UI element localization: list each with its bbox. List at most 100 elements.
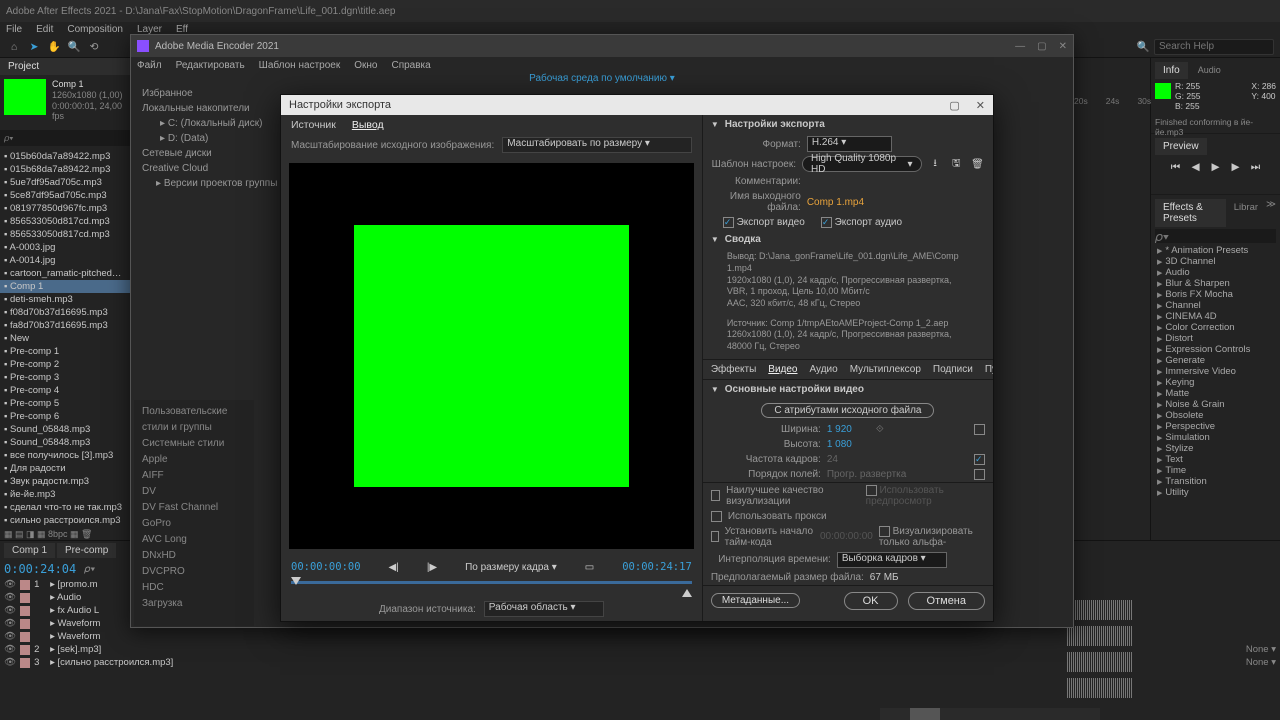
project-item[interactable]: ▪ 081977850d967fc.mp3 bbox=[0, 202, 130, 215]
project-item[interactable]: ▪ 856533050d817cd.mp3 bbox=[0, 228, 130, 241]
interp-select[interactable]: Выборка кадров ▾ bbox=[837, 552, 947, 568]
height-value[interactable]: 1 080 bbox=[827, 439, 852, 450]
link-dims-icon[interactable]: ⟐ bbox=[876, 424, 884, 435]
fav-node[interactable]: Избранное bbox=[142, 86, 246, 101]
first-frame-icon[interactable]: ⏮ bbox=[1169, 161, 1183, 174]
preset-item[interactable]: DV Fast Channel bbox=[142, 500, 246, 516]
effect-category[interactable]: Utility bbox=[1155, 487, 1276, 498]
preset-select[interactable]: High Quality 1080p HD ▾ bbox=[802, 156, 922, 172]
delete-preset-icon[interactable]: 🗑 bbox=[970, 156, 985, 172]
project-item[interactable]: ▪ 856533050d817cd.mp3 bbox=[0, 215, 130, 228]
output-filename[interactable]: Comp 1.mp4 bbox=[807, 197, 864, 208]
preset-item[interactable]: Системные стили bbox=[142, 436, 246, 452]
project-item[interactable]: ▪ 5ce87df95ad705c.mp3 bbox=[0, 189, 130, 202]
export-video-checkbox[interactable] bbox=[723, 217, 734, 228]
zoom-icon[interactable]: 🔍 bbox=[66, 39, 82, 55]
preset-item[interactable]: Apple bbox=[142, 452, 246, 468]
step-back-icon[interactable]: ◀| bbox=[389, 562, 399, 573]
summary-header[interactable]: ▼ Сводка bbox=[703, 230, 993, 249]
menu-layer[interactable]: Layer bbox=[137, 24, 162, 35]
range-scrubber[interactable] bbox=[291, 577, 692, 597]
project-item[interactable]: ▪ Sound_05848.mp3 bbox=[0, 423, 130, 436]
ame-menubar[interactable]: Файл Редактировать Шаблон настроек Окно … bbox=[131, 57, 1073, 73]
ame-menu-edit[interactable]: Редактировать bbox=[176, 60, 245, 71]
preset-item[interactable]: DVCPRO bbox=[142, 564, 246, 580]
ame-menu-window[interactable]: Окно bbox=[354, 60, 377, 71]
project-item[interactable]: ▪ A-0003.jpg bbox=[0, 241, 130, 254]
project-item[interactable]: ▪ 015b68da7a89422.mp3 bbox=[0, 163, 130, 176]
ok-button[interactable]: OK bbox=[844, 592, 898, 610]
effect-category[interactable]: Perspective bbox=[1155, 421, 1276, 432]
menu-composition[interactable]: Composition bbox=[67, 24, 123, 35]
help-search[interactable] bbox=[1154, 39, 1274, 55]
effect-category[interactable]: Channel bbox=[1155, 300, 1276, 311]
use-proxy-checkbox[interactable] bbox=[711, 511, 722, 522]
tl-search[interactable]: 𝜌▾ bbox=[84, 563, 95, 576]
rotate-icon[interactable]: ⟲ bbox=[86, 39, 102, 55]
project-item[interactable]: ▪ 5ue7df95ad705c.mp3 bbox=[0, 176, 130, 189]
arrow-icon[interactable]: ➤ bbox=[26, 39, 42, 55]
width-match-checkbox[interactable] bbox=[974, 424, 985, 435]
project-item[interactable]: ▪ Для радости bbox=[0, 462, 130, 475]
fps-value[interactable]: 24 bbox=[827, 454, 838, 465]
effect-category[interactable]: Obsolete bbox=[1155, 410, 1276, 421]
project-item[interactable]: ▪ Pre-comp 1 bbox=[0, 345, 130, 358]
home-icon[interactable]: ⌂ bbox=[6, 39, 22, 55]
maximize-icon[interactable]: ▢ bbox=[1037, 41, 1046, 52]
minimize-icon[interactable]: — bbox=[1015, 41, 1025, 52]
aspect-icon[interactable]: ▭ bbox=[585, 562, 594, 573]
library-tab[interactable]: Librar bbox=[1230, 199, 1262, 227]
menu-file[interactable]: File bbox=[6, 24, 22, 35]
effects-search[interactable] bbox=[1155, 229, 1276, 243]
project-item[interactable]: ▪ fa8d70b37d16695.mp3 bbox=[0, 319, 130, 332]
settings-tabs[interactable]: Эффекты Видео Аудио Мультиплексор Подпис… bbox=[703, 359, 993, 380]
project-item[interactable]: ▪ Pre-comp 5 bbox=[0, 397, 130, 410]
source-tab[interactable]: Источник bbox=[291, 119, 336, 131]
effect-category[interactable]: 3D Channel bbox=[1155, 256, 1276, 267]
effect-category[interactable]: Simulation bbox=[1155, 432, 1276, 443]
hand-icon[interactable]: ✋ bbox=[46, 39, 62, 55]
ame-titlebar[interactable]: Adobe Media Encoder 2021 — ▢ ✕ bbox=[131, 35, 1073, 57]
preset-item[interactable]: GoPro bbox=[142, 516, 246, 532]
project-item[interactable]: ▪ Pre-comp 4 bbox=[0, 384, 130, 397]
effect-category[interactable]: Distort bbox=[1155, 333, 1276, 344]
dialog-titlebar[interactable]: Настройки экспорта ▢ ✕ bbox=[281, 95, 993, 115]
preset-item[interactable]: Пользовательские стили и группы bbox=[142, 404, 246, 436]
effects-tab[interactable]: Effects & Presets bbox=[1155, 199, 1226, 227]
project-item[interactable]: ▪ f08d70b37d16695.mp3 bbox=[0, 306, 130, 319]
width-value[interactable]: 1 920 bbox=[827, 424, 852, 435]
effects-list[interactable]: * Animation Presets3D ChannelAudioBlur &… bbox=[1155, 245, 1276, 498]
effect-category[interactable]: Text bbox=[1155, 454, 1276, 465]
menu-effect[interactable]: Eff bbox=[176, 24, 188, 35]
tab-effects[interactable]: Эффекты bbox=[711, 364, 756, 375]
fit-select[interactable]: По размеру кадра ▾ bbox=[465, 562, 557, 573]
order-match-checkbox[interactable] bbox=[974, 469, 985, 480]
cancel-button[interactable]: Отмена bbox=[908, 592, 985, 610]
effect-category[interactable]: Audio bbox=[1155, 267, 1276, 278]
project-item[interactable]: ▪ Pre-comp 6 bbox=[0, 410, 130, 423]
audio-tab[interactable]: Audio bbox=[1192, 62, 1227, 79]
effect-category[interactable]: Generate bbox=[1155, 355, 1276, 366]
project-tab[interactable]: Project bbox=[0, 58, 130, 75]
project-item[interactable]: ▪ cartoon_ramatic-pitched_girrsn bbox=[0, 267, 130, 280]
project-item[interactable]: ▪ Comp 1 bbox=[0, 280, 130, 293]
project-item[interactable]: ▪ deti-smeh.mp3 bbox=[0, 293, 130, 306]
tl-tab-precomp[interactable]: Pre-comp bbox=[57, 543, 116, 558]
effect-category[interactable]: Immersive Video bbox=[1155, 366, 1276, 377]
save-preset-icon[interactable]: 🖫 bbox=[949, 156, 964, 172]
effect-category[interactable]: Blur & Sharpen bbox=[1155, 278, 1276, 289]
set-timecode-checkbox[interactable] bbox=[711, 531, 719, 542]
ame-media-browser[interactable]: Избранное Локальные накопители ▸ C: (Лок… bbox=[134, 82, 254, 396]
output-preview[interactable] bbox=[289, 163, 694, 549]
project-item[interactable]: ▪ A-0014.jpg bbox=[0, 254, 130, 267]
project-item[interactable]: ▪ Sound_05848.mp3 bbox=[0, 436, 130, 449]
fps-match-checkbox[interactable] bbox=[974, 454, 985, 465]
drive-d[interactable]: ▸ D: (Data) bbox=[142, 131, 246, 146]
preview-tab[interactable]: Preview bbox=[1155, 138, 1207, 155]
project-item[interactable]: ▪ New bbox=[0, 332, 130, 345]
project-item[interactable]: ▪ Звук радости.mp3 bbox=[0, 475, 130, 488]
import-preset-icon[interactable]: ⭳ bbox=[928, 156, 943, 172]
tab-audio[interactable]: Аудио bbox=[810, 364, 838, 375]
field-order-value[interactable]: Прогр. развертка bbox=[827, 469, 907, 480]
project-item[interactable]: ▪ Pre-comp 2 bbox=[0, 358, 130, 371]
